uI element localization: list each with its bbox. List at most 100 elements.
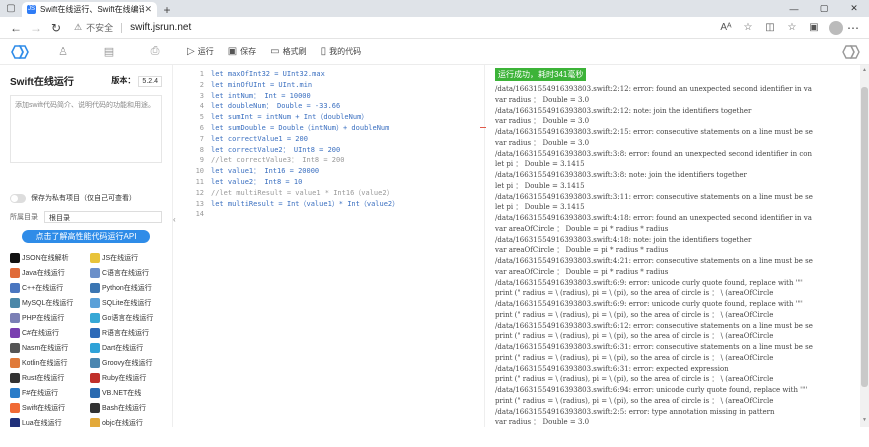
language-link[interactable]: VB.NET在线	[90, 387, 170, 398]
split-screen-icon[interactable]: ◫	[759, 22, 781, 33]
language-link[interactable]: C语言在线运行	[90, 267, 170, 278]
output-line: var radius ： Double = 3.0	[495, 95, 590, 104]
refresh-icon[interactable]: ↻	[46, 21, 66, 35]
language-link[interactable]: R语言在线运行	[90, 327, 170, 338]
output-line: print (" radius = \ (radius), pi = \ (pi…	[495, 353, 774, 362]
code-text: let value2： Int8 = 10	[211, 177, 303, 186]
print-icon[interactable]: ⎙	[147, 45, 163, 58]
language-link[interactable]: SQLite在线运行	[90, 297, 170, 308]
language-label: SQLite在线运行	[102, 299, 152, 307]
editor-toolbar: ▷ 运行 ▣ 保存 ▭ 格式刷 ▯ 我的代码	[187, 46, 361, 57]
code-line: 11 let value2： Int8 = 10	[173, 177, 484, 188]
user-icon[interactable]: ♙	[55, 45, 71, 58]
minimize-icon[interactable]: —	[779, 0, 809, 17]
language-link[interactable]: Groovy在线运行	[90, 357, 170, 368]
format-button[interactable]: ▭ 格式刷	[270, 46, 306, 57]
code-line: 4 let doubleNum： Double = -33.66	[173, 101, 484, 112]
close-window-icon[interactable]: ✕	[839, 0, 869, 17]
language-icon	[90, 387, 100, 398]
collections-icon[interactable]: ▣	[803, 22, 825, 33]
api-info-button[interactable]: 点击了解高性能代码运行API	[22, 230, 150, 243]
private-toggle[interactable]	[10, 193, 26, 203]
language-label: Kotlin在线运行	[22, 359, 68, 367]
favorite-star-icon[interactable]: ☆	[737, 22, 759, 33]
favorites-icon[interactable]: ☆	[781, 22, 803, 33]
code-editor[interactable]: 1 let maxOfInt32 = UInt32.max 2 let minOfUI…	[173, 65, 486, 427]
profile-avatar[interactable]	[829, 20, 843, 35]
description-textarea[interactable]: 添加swift代码简介、说明代码的功能和用途。	[10, 95, 162, 163]
jsrun-logo-icon[interactable]	[10, 44, 30, 59]
scroll-thumb[interactable]	[861, 87, 868, 387]
forward-icon[interactable]: →	[26, 21, 46, 35]
language-icon	[90, 402, 100, 413]
code-line: 5 let sumInt = intNum + Int（doubleNum）	[173, 112, 484, 123]
language-link[interactable]: Java在线运行	[10, 267, 90, 278]
document-icon[interactable]: ▤	[101, 45, 117, 58]
language-icon	[10, 417, 20, 427]
save-icon: ▣	[227, 46, 238, 57]
my-code-label: 我的代码	[329, 47, 362, 56]
language-link[interactable]: Go语言在线运行	[90, 312, 170, 323]
url-separator	[121, 22, 123, 33]
language-link[interactable]: F#在线运行	[10, 387, 90, 398]
language-link[interactable]: Lua在线运行	[10, 417, 90, 427]
language-icon	[90, 297, 100, 308]
language-label: JSON在线解析	[22, 254, 69, 262]
language-label: Groovy在线运行	[102, 359, 153, 367]
output-line: /data/16631554916393803.swift:2:5: error…	[495, 407, 775, 416]
format-icon: ▭	[270, 46, 280, 57]
language-link[interactable]: JSON在线解析	[10, 252, 90, 263]
output-line: /data/16631554916393803.swift:2:12: note…	[495, 106, 752, 115]
code-line: 13 let multiResult = Int（value1）* Int（val…	[173, 199, 484, 210]
line-number: 2	[199, 80, 204, 89]
language-link[interactable]: MySQL在线运行	[10, 297, 90, 308]
back-icon[interactable]: ←	[6, 21, 26, 35]
close-tab-icon[interactable]: ✕	[144, 4, 152, 15]
scroll-down-icon[interactable]: ▼	[861, 417, 868, 425]
language-link[interactable]: Python在线运行	[90, 282, 170, 293]
language-link[interactable]: Bash在线运行	[90, 402, 170, 413]
code-text: let correctValue1 = 200	[211, 134, 308, 143]
language-link[interactable]: Dart在线运行	[90, 342, 170, 353]
output-line: var areaOfCircle ： Double = pi * radius …	[495, 267, 669, 276]
language-link[interactable]: Kotlin在线运行	[10, 357, 90, 368]
format-label: 格式刷	[282, 47, 307, 56]
language-label: C语言在线运行	[102, 269, 150, 277]
language-label: Java在线运行	[22, 269, 65, 277]
tab-actions-icon[interactable]: ▢	[0, 0, 22, 17]
browser-tabbar: ▢ JS Swift在线运行、Swift在线编译、 ✕ + — ▢ ✕	[0, 0, 869, 17]
code-line: 3 let intNum： Int = 10000	[173, 91, 484, 102]
my-code-button[interactable]: ▯ 我的代码	[321, 46, 362, 57]
line-number: 5	[199, 113, 204, 122]
language-link[interactable]: Rust在线运行	[10, 372, 90, 383]
version-select[interactable]: 5.2.4	[138, 75, 162, 87]
language-link[interactable]: JS在线运行	[90, 252, 170, 263]
maximize-icon[interactable]: ▢	[809, 0, 839, 17]
code-line: 12 //let multiResult = value1 * Int16（val…	[173, 188, 484, 199]
language-icon	[90, 357, 100, 368]
read-aloud-icon[interactable]: Aᴬ	[715, 22, 737, 33]
language-link[interactable]: C++在线运行	[10, 282, 90, 293]
line-number: 12	[195, 188, 204, 197]
scroll-up-icon[interactable]: ▲	[861, 67, 868, 75]
language-link[interactable]: PHP在线运行	[10, 312, 90, 323]
output-line: print (" radius = \ (radius), pi = \ (pi…	[495, 289, 774, 298]
language-link[interactable]: Ruby在线运行	[90, 372, 170, 383]
language-link[interactable]: Swift在线运行	[10, 402, 90, 413]
code-text: let sumDouble = Double（intNum）+ doubleNu…	[211, 123, 390, 132]
run-button[interactable]: ▷ 运行	[187, 46, 214, 57]
output-line: /data/16631554916393803.swift:4:18: erro…	[495, 214, 812, 222]
url-field[interactable]: ⚠ 不安全 swift.jsrun.net	[74, 21, 715, 34]
save-button[interactable]: ▣ 保存	[228, 46, 256, 57]
code-line: 7 let correctValue1 = 200	[173, 134, 484, 145]
code-line: 14	[173, 209, 484, 220]
new-tab-button[interactable]: +	[157, 2, 177, 17]
language-link[interactable]: C#在线运行	[10, 327, 90, 338]
output-scrollbar[interactable]: ▲ ▼	[860, 65, 869, 427]
more-menu-icon[interactable]: ⋯	[843, 21, 863, 35]
language-link[interactable]: Nasm在线运行	[10, 342, 90, 353]
language-link[interactable]: objc在线运行	[90, 417, 170, 427]
directory-select[interactable]: 根目录	[44, 211, 162, 223]
language-icon	[10, 402, 20, 413]
browser-tab[interactable]: JS Swift在线运行、Swift在线编译、 ✕	[22, 2, 157, 17]
